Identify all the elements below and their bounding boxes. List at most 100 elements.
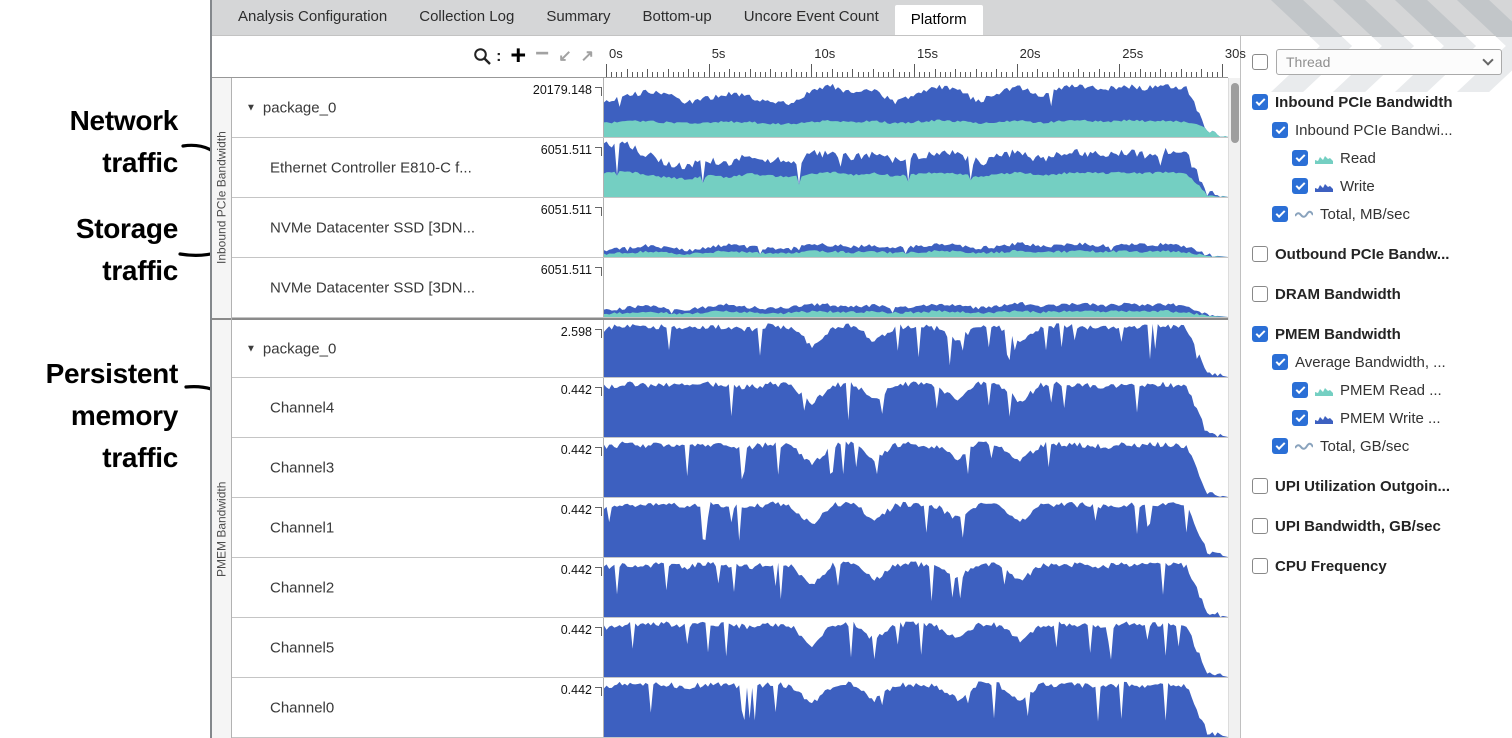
checked-checkbox[interactable] — [1272, 354, 1288, 370]
row-label-cell[interactable]: Channel40.442 — [232, 378, 604, 437]
row-label-cell[interactable]: Channel2 0.442 — [232, 558, 604, 617]
row-label[interactable]: Channel2 — [270, 579, 334, 596]
row-label-cell[interactable]: Channel30.442 — [232, 438, 604, 497]
bandwidth-chart[interactable] — [604, 498, 1228, 557]
bandwidth-chart[interactable] — [604, 558, 1228, 617]
row-label-cell[interactable]: Channel10.442 — [232, 498, 604, 557]
bandwidth-chart[interactable] — [604, 438, 1228, 497]
checked-checkbox[interactable] — [1292, 150, 1308, 166]
ruler-tick — [734, 72, 735, 77]
scrollbar-thumb[interactable] — [1231, 83, 1239, 143]
row-label[interactable]: Channel0 — [270, 699, 334, 716]
unchecked-checkbox[interactable] — [1252, 558, 1268, 574]
thread-filter-checkbox[interactable] — [1252, 54, 1268, 70]
tab-collection-log[interactable]: Collection Log — [403, 0, 530, 35]
unchecked-checkbox[interactable] — [1252, 518, 1268, 534]
bandwidth-chart[interactable] — [604, 320, 1228, 377]
tab-bottom-up[interactable]: Bottom-up — [627, 0, 728, 35]
bandwidth-chart[interactable] — [604, 678, 1228, 737]
row-label-cell[interactable]: Channel00.442 — [232, 678, 604, 737]
row-label-cell[interactable]: Ethernet Controller E810-C f...6051.511 — [232, 138, 604, 197]
panel-item-pmem-bandwidth[interactable]: PMEM Bandwidth — [1252, 320, 1508, 348]
row-label[interactable]: ▼package_0 — [246, 340, 336, 357]
row-chart-cell — [604, 78, 1228, 137]
checked-checkbox[interactable] — [1272, 122, 1288, 138]
panel-item-total-mb-sec[interactable]: Total, MB/sec — [1252, 200, 1508, 228]
panel-item-pmem-write[interactable]: PMEM Write ... — [1252, 404, 1508, 432]
panel-item-cpu-frequency[interactable]: CPU Frequency — [1252, 552, 1508, 580]
zoom-out-button[interactable]: − — [535, 42, 549, 66]
checked-checkbox[interactable] — [1272, 438, 1288, 454]
row-label-cell[interactable]: ▼package_020179.148 — [232, 78, 604, 137]
row-label-text: Channel2 — [270, 579, 334, 596]
zoom-in-button[interactable]: + — [510, 42, 526, 69]
panel-item-upi-utilization-outgoin[interactable]: UPI Utilization Outgoin... — [1252, 472, 1508, 500]
bandwidth-chart[interactable] — [604, 378, 1228, 437]
ruler-tick — [837, 72, 838, 77]
row-label[interactable]: NVMe Datacenter SSD [3DN... — [270, 219, 475, 236]
panel-item-label: Write — [1340, 178, 1375, 195]
tab-summary[interactable]: Summary — [530, 0, 626, 35]
row-label[interactable]: Channel1 — [270, 519, 334, 536]
ruler-tick — [621, 72, 622, 77]
unchecked-checkbox[interactable] — [1252, 286, 1268, 302]
ruler-tick — [724, 72, 725, 77]
check-icon — [1255, 328, 1265, 338]
row-label-cell[interactable]: NVMe Datacenter SSD [3DN...6051.511 — [232, 258, 604, 317]
bandwidth-chart[interactable] — [604, 198, 1228, 257]
collapse-triangle-icon[interactable]: ▼ — [246, 102, 256, 113]
checked-checkbox[interactable] — [1272, 206, 1288, 222]
panel-item-inbound-pcie-bandwi[interactable]: Inbound PCIe Bandwi... — [1252, 116, 1508, 144]
panel-item-average-bandwidth[interactable]: Average Bandwidth, ... — [1252, 348, 1508, 376]
row-label-cell[interactable]: NVMe Datacenter SSD [3DN...6051.511 — [232, 198, 604, 257]
panel-item-dram-bandwidth[interactable]: DRAM Bandwidth — [1252, 280, 1508, 308]
write-area-icon-wrap — [1315, 413, 1333, 424]
row-label[interactable]: Channel5 — [270, 639, 334, 656]
vertical-scrollbar[interactable] — [1228, 78, 1240, 738]
checked-checkbox[interactable] — [1252, 94, 1268, 110]
row-chart-cell — [604, 378, 1228, 437]
panel-item-write[interactable]: Write — [1252, 172, 1508, 200]
panel-item-label: Inbound PCIe Bandwi... — [1295, 122, 1453, 139]
checked-checkbox[interactable] — [1252, 326, 1268, 342]
ruler-tick — [965, 72, 966, 77]
row-scale-value: 0.442 — [561, 563, 592, 577]
panel-item-inbound-pcie-bandwidth[interactable]: Inbound PCIe Bandwidth — [1252, 88, 1508, 116]
bandwidth-chart[interactable] — [604, 78, 1228, 137]
thread-filter-select[interactable]: Thread — [1276, 49, 1502, 75]
zoom-prev-button[interactable]: ↙ — [558, 49, 571, 65]
tab-analysis-configuration[interactable]: Analysis Configuration — [222, 0, 403, 35]
row-label[interactable]: ▼package_0 — [246, 99, 336, 116]
panel-item-upi-bandwidth-gb-sec[interactable]: UPI Bandwidth, GB/sec — [1252, 512, 1508, 540]
panel-item-total-gb-sec[interactable]: Total, GB/sec — [1252, 432, 1508, 460]
panel-item-outbound-pcie-bandw[interactable]: Outbound PCIe Bandw... — [1252, 240, 1508, 268]
write-area-series — [604, 442, 1228, 497]
ruler-tick-label: 20s — [1020, 46, 1041, 61]
bandwidth-chart[interactable] — [604, 258, 1228, 317]
ruler-tick — [1135, 72, 1136, 77]
row-label[interactable]: Channel4 — [270, 399, 334, 416]
row-label[interactable]: NVMe Datacenter SSD [3DN... — [270, 279, 475, 296]
zoom-tool-icon[interactable] — [473, 47, 492, 66]
bandwidth-chart[interactable] — [604, 138, 1228, 197]
row-label-cell[interactable]: ▼package_02.598 — [232, 320, 604, 377]
unchecked-checkbox[interactable] — [1252, 246, 1268, 262]
bandwidth-chart[interactable] — [604, 618, 1228, 677]
row-label-cell[interactable]: Channel50.442 — [232, 618, 604, 677]
tab-uncore-event-count[interactable]: Uncore Event Count — [728, 0, 895, 35]
row-label[interactable]: Ethernet Controller E810-C f... — [270, 159, 472, 176]
zoom-next-button[interactable]: ↗ — [581, 49, 594, 65]
checked-checkbox[interactable] — [1292, 410, 1308, 426]
scale-tick-icon — [595, 627, 602, 636]
panel-item-pmem-read[interactable]: PMEM Read ... — [1252, 376, 1508, 404]
checked-checkbox[interactable] — [1292, 178, 1308, 194]
toolbar-separator: : — [496, 49, 501, 65]
collapse-triangle-icon[interactable]: ▼ — [246, 343, 256, 354]
row-label-text: NVMe Datacenter SSD [3DN... — [270, 279, 475, 296]
panel-item-read[interactable]: Read — [1252, 144, 1508, 172]
time-ruler[interactable]: 0s5s10s15s20s25s30s — [604, 36, 1228, 77]
unchecked-checkbox[interactable] — [1252, 478, 1268, 494]
checked-checkbox[interactable] — [1292, 382, 1308, 398]
row-label[interactable]: Channel3 — [270, 459, 334, 476]
tab-platform[interactable]: Platform — [895, 5, 983, 35]
